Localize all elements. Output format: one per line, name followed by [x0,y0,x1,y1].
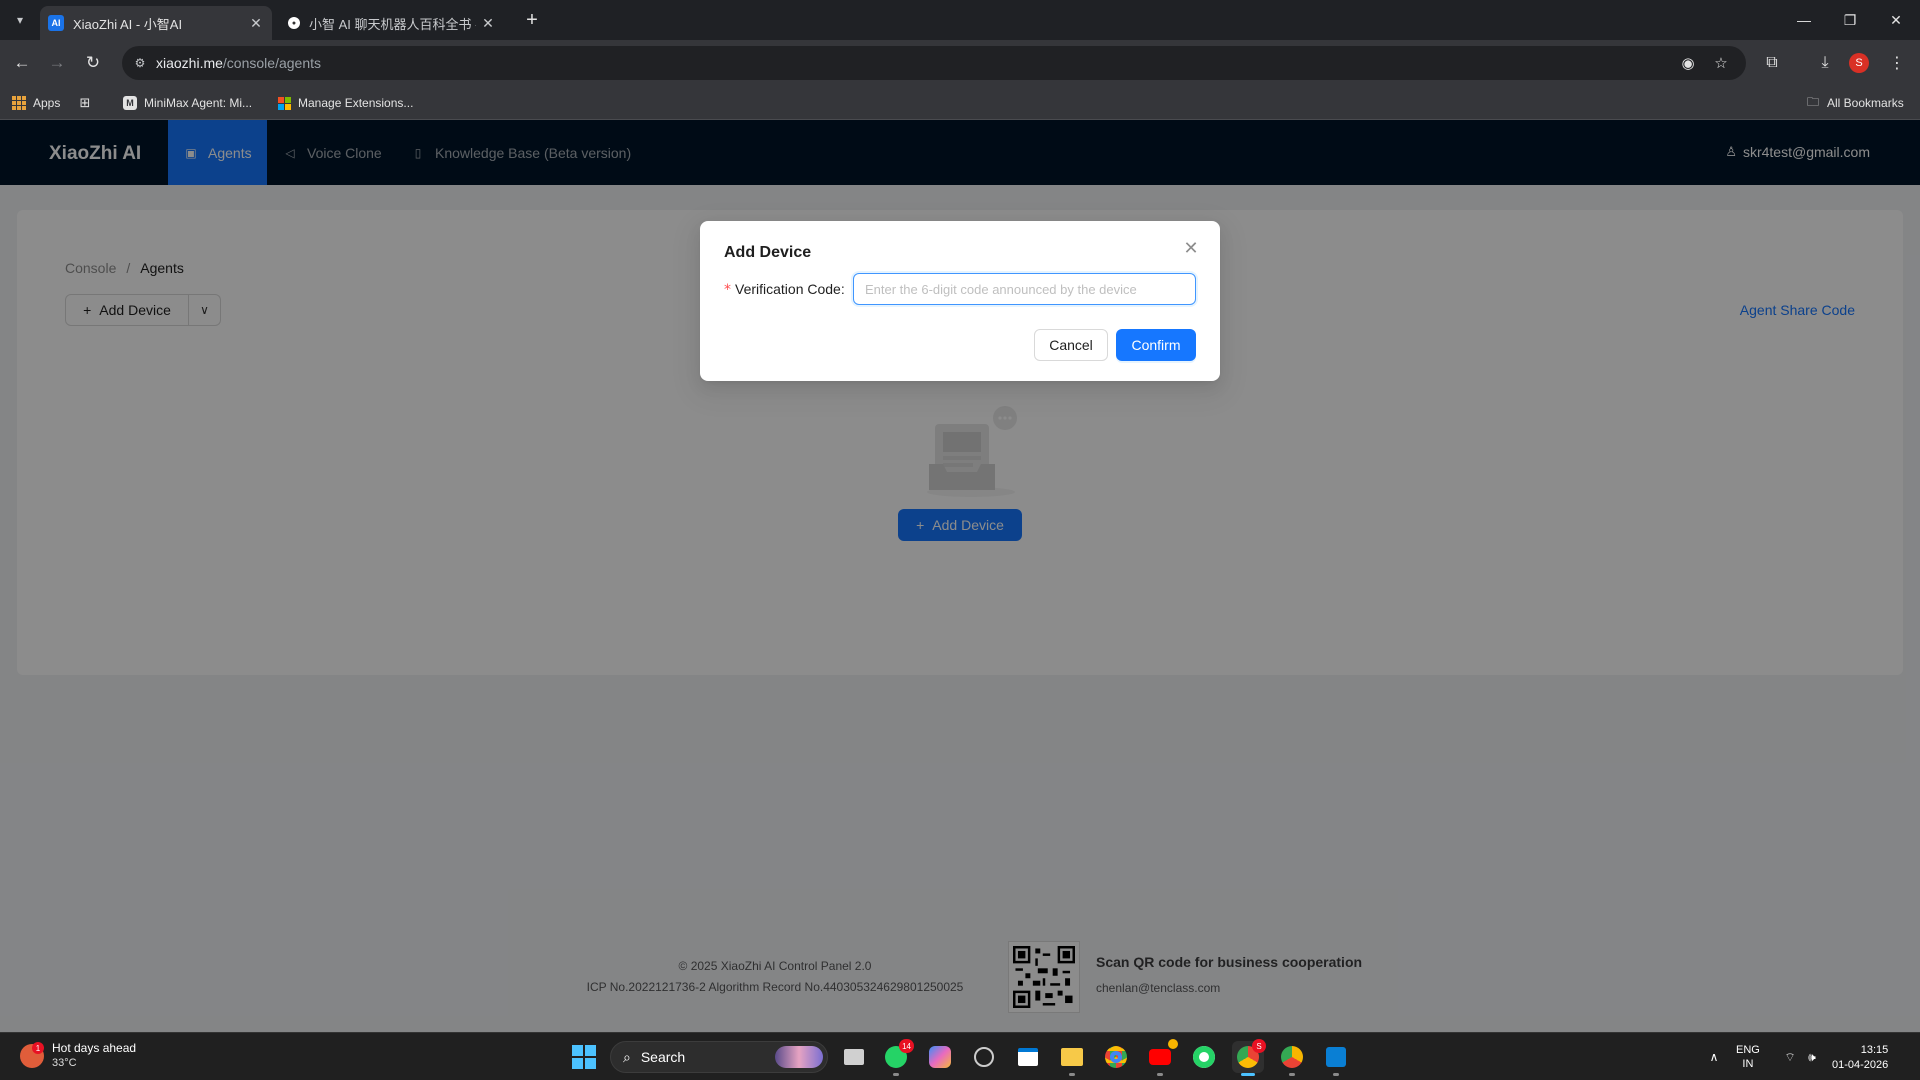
tab-search-chevron-icon[interactable]: ▾ [8,8,32,32]
bookmark-manage-extensions[interactable]: Manage Extensions... [277,94,413,112]
copilot-icon[interactable] [924,1041,956,1073]
language-indicator[interactable]: ENG IN [1736,1043,1760,1071]
add-device-modal: Add Device ✕ *Verification Code: Cancel … [700,221,1220,381]
close-icon[interactable]: ✕ [476,15,500,32]
bookmark-tab-groups[interactable]: ⊞ [78,94,99,112]
weather-temp: 33°C [52,1057,77,1069]
bookmark-label: Apps [33,96,61,110]
browser-toolbar: ← → ↻ ⚙ xiaozhi.me/console/agents ◉ ☆ ⧉ … [0,40,1920,86]
address-bar[interactable]: ⚙ xiaozhi.me/console/agents ◉ ☆ [122,46,1746,80]
site-info-icon[interactable]: ⚙ [130,53,150,73]
weather-widget[interactable]: 1 Hot days ahead 33°C [20,1041,136,1071]
language-region: IN [1742,1058,1754,1070]
eye-off-icon[interactable]: ◉ [1678,53,1698,73]
download-icon[interactable]: ⤓ [1812,50,1838,76]
reload-icon[interactable]: ↻ [79,49,107,77]
volume-icon[interactable]: 🕪 [1802,1041,1822,1073]
taskbar-search[interactable]: ⌕ Search [610,1041,828,1073]
required-mark: * [724,282,731,298]
tab-groups-icon: ⊞ [79,95,91,110]
verification-code-input[interactable] [853,273,1196,305]
browser-tab-bar: ▾ AI XiaoZhi AI - 小智AI ✕ ● 小智 AI 聊天机器人百科… [0,0,1920,40]
minimax-icon: M [123,96,137,110]
tab-encyclopedia[interactable]: ● 小智 AI 聊天机器人百科全书 - F ✕ [276,6,504,40]
aperture-app-icon[interactable] [968,1041,1000,1073]
verification-code-label: * Verification Code: [724,281,845,298]
bookmark-apps[interactable]: Apps [12,94,60,112]
chrome-profile-icon[interactable]: S [1232,1039,1266,1076]
restore-icon[interactable]: ❐ [1828,6,1872,34]
search-icon: ⌕ [623,1048,631,1065]
file-explorer-icon[interactable] [1056,1041,1088,1076]
ai-chat-icon: ● [288,17,300,29]
windows-taskbar: 1 Hot days ahead 33°C ⌕ Search 14 S ∧ EN… [0,1032,1920,1080]
star-bookmark-icon[interactable]: ☆ [1711,53,1731,73]
profile-avatar[interactable]: S [1849,53,1869,73]
notification-dot [1168,1039,1178,1049]
search-highlight-icon [775,1046,823,1068]
tab-xiaozhi[interactable]: AI XiaoZhi AI - 小智AI ✕ [40,6,272,40]
modal-title: Add Device [724,244,812,261]
whatsapp-business-icon[interactable]: 14 [880,1039,914,1076]
notification-badge: 14 [899,1039,914,1053]
profile-badge: S [1252,1039,1266,1053]
back-arrow-icon[interactable]: ← [8,49,36,77]
xiaozhi-favicon-icon: AI [48,15,64,31]
vscode-icon[interactable] [1320,1041,1352,1076]
wifi-icon[interactable]: ⌔ [1780,1041,1800,1073]
youtube-icon[interactable] [1144,1039,1178,1076]
forward-arrow-icon[interactable]: → [43,49,71,77]
tab-title: XiaoZhi AI - 小智AI [73,16,183,32]
extensions-puzzle-icon[interactable]: ⧉ [1759,50,1785,76]
windows-start-icon[interactable] [572,1045,596,1069]
close-icon[interactable]: ✕ [244,15,268,32]
clock-time: 13:15 [1860,1044,1889,1056]
microsoft-store-icon[interactable] [1012,1041,1044,1073]
bookmark-minimax[interactable]: M MiniMax Agent: Mi... [123,94,252,112]
window-close-icon[interactable]: ✕ [1874,6,1918,34]
field-label-text: Verification Code: [735,281,845,297]
language-code: ENG [1736,1044,1760,1056]
confirm-button[interactable]: Confirm [1116,329,1196,361]
weather-badge: 1 [32,1042,44,1054]
url-text[interactable]: xiaozhi.me/console/agents [156,55,321,71]
bookmark-label: MiniMax Agent: Mi... [144,96,253,110]
bookmarks-bar: Apps ⊞ M MiniMax Agent: Mi... Manage Ext… [0,86,1920,120]
kebab-menu-icon[interactable]: ⋮ [1884,50,1910,76]
minimize-icon[interactable]: — [1782,6,1826,34]
folder-icon: 🗀 [1806,94,1819,109]
apps-grid-icon [12,96,26,110]
chrome-canary-icon[interactable] [1276,1041,1308,1076]
task-view-icon[interactable] [838,1041,870,1073]
new-tab-plus-icon[interactable]: + [520,8,544,32]
close-icon[interactable]: ✕ [1180,237,1202,259]
search-label: Search [640,1049,686,1065]
weather-title: Hot days ahead [52,1041,137,1055]
weather-thermometer-icon: 1 [20,1042,44,1068]
clock[interactable]: 13:15 01-04-2026 [1832,1043,1888,1073]
tab-title: 小智 AI 聊天机器人百科全书 - F [309,16,476,32]
chevron-up-icon[interactable]: ∧ [1704,1041,1724,1073]
clock-date: 01-04-2026 [1832,1059,1889,1071]
chrome-icon[interactable] [1100,1041,1132,1073]
bookmark-label: Manage Extensions... [298,96,414,110]
all-bookmarks-label: All Bookmarks [1827,96,1904,110]
all-bookmarks[interactable]: 🗀 All Bookmarks [1806,94,1904,112]
whatsapp-icon[interactable] [1188,1041,1220,1073]
cancel-button[interactable]: Cancel [1034,329,1108,361]
ms-store-icon [277,96,291,110]
